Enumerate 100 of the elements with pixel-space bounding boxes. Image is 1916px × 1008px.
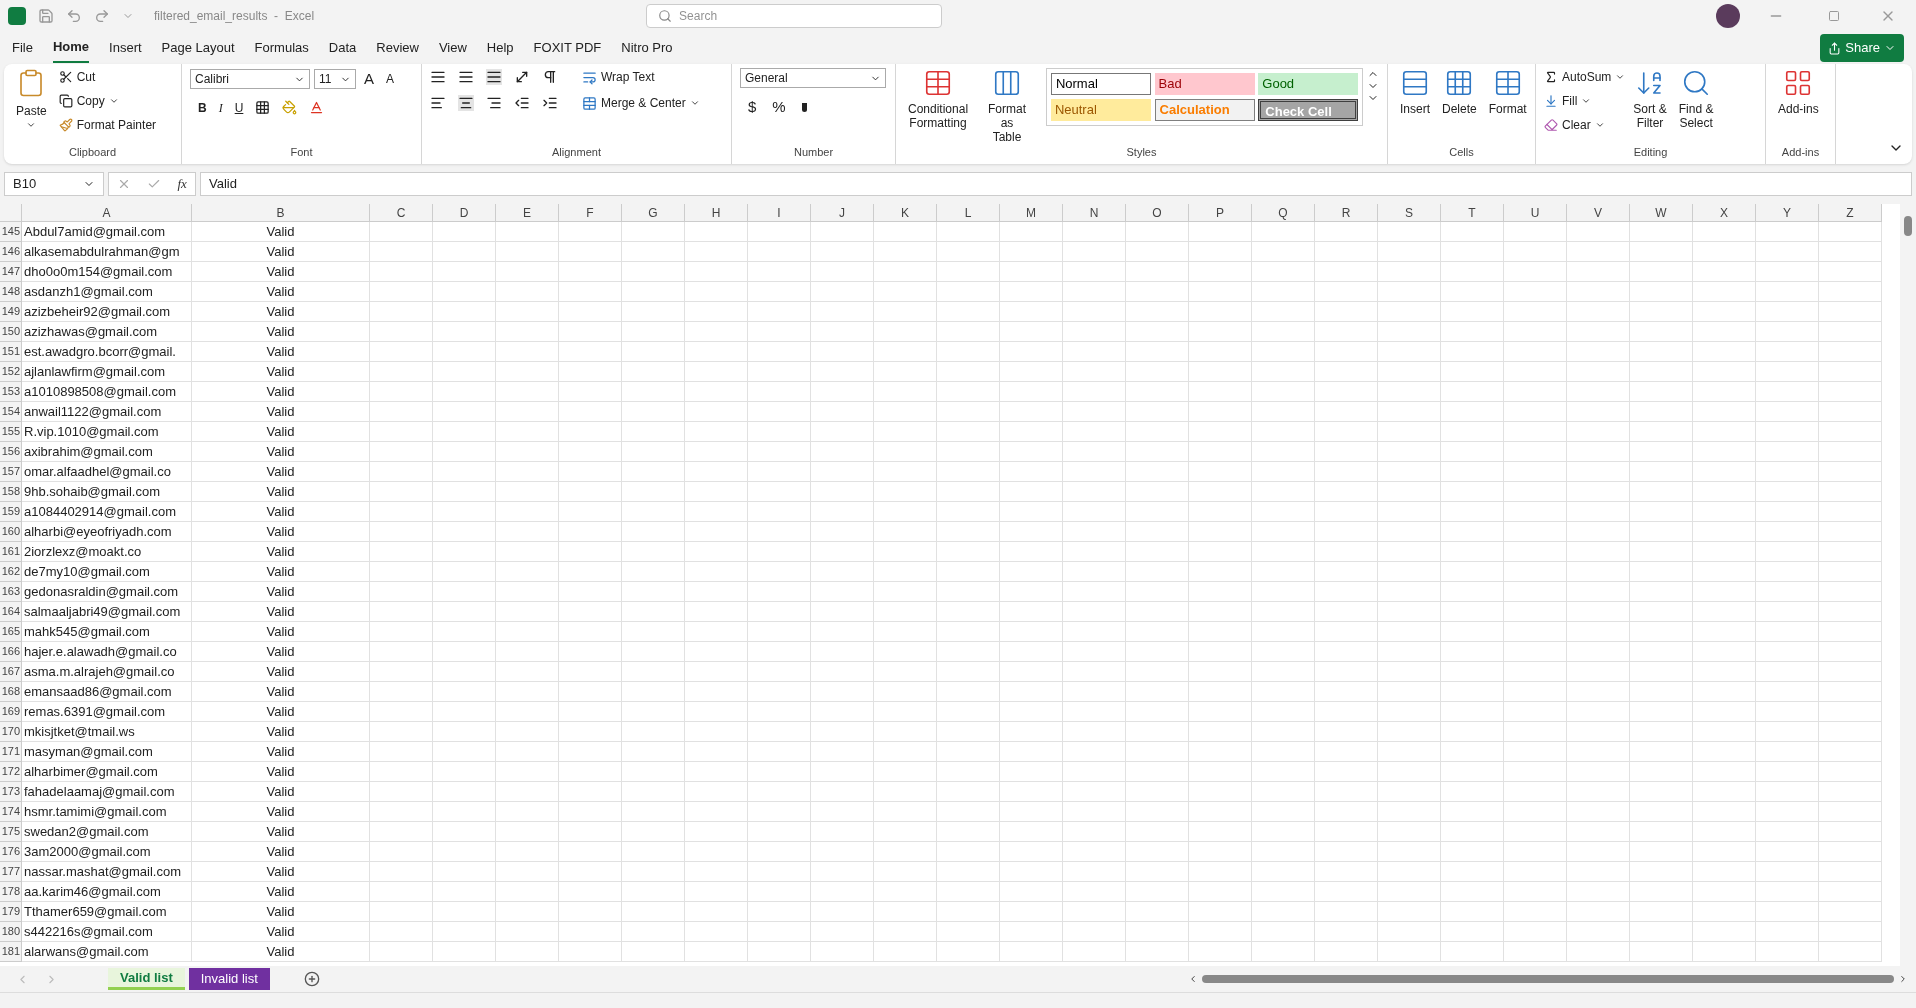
format-painter-button[interactable]: Format Painter [58, 116, 157, 134]
row-header[interactable]: 148 [0, 282, 22, 302]
column-header[interactable]: F [559, 204, 622, 221]
row-header[interactable]: 164 [0, 602, 22, 622]
row-header[interactable]: 145 [0, 222, 22, 242]
autosum-button[interactable]: AutoSum [1544, 68, 1626, 86]
decrease-font-button[interactable]: A [382, 70, 399, 89]
column-header[interactable]: U [1504, 204, 1567, 221]
column-header[interactable]: M [1000, 204, 1063, 221]
row-header[interactable]: 162 [0, 562, 22, 582]
align-bottom-icon[interactable] [486, 69, 502, 85]
menu-tab[interactable]: Home [52, 33, 90, 63]
row-header[interactable]: 172 [0, 762, 22, 782]
row-header[interactable]: 177 [0, 862, 22, 882]
share-button[interactable]: Share [1820, 34, 1904, 62]
avatar[interactable] [1716, 4, 1740, 28]
column-header[interactable]: K [874, 204, 937, 221]
column-header[interactable]: C [370, 204, 433, 221]
column-header[interactable]: J [811, 204, 874, 221]
row-header[interactable]: 150 [0, 322, 22, 342]
column-header[interactable]: H [685, 204, 748, 221]
insert-function-button[interactable]: fx [177, 174, 187, 194]
font-name-dropdown[interactable]: Calibri [190, 69, 310, 90]
column-header[interactable]: L [937, 204, 1000, 221]
column-header[interactable]: G [622, 204, 685, 221]
row-header[interactable]: 175 [0, 822, 22, 842]
delete-cells-button[interactable]: Delete [1438, 68, 1481, 116]
decrease-indent-icon[interactable] [514, 95, 530, 111]
text-direction-icon[interactable] [542, 69, 558, 85]
increase-font-button[interactable]: A [360, 68, 378, 91]
column-header[interactable]: O [1126, 204, 1189, 221]
scroll-left-icon[interactable] [1188, 974, 1198, 984]
sheet-tab[interactable]: Invalid list [188, 968, 270, 990]
row-header[interactable]: 168 [0, 682, 22, 702]
column-header[interactable]: N [1063, 204, 1126, 221]
row-header[interactable]: 147 [0, 262, 22, 282]
menu-tab[interactable]: FOXIT PDF [533, 34, 602, 62]
add-sheet-icon[interactable] [303, 971, 320, 987]
column-header[interactable]: V [1567, 204, 1630, 221]
column-header[interactable]: Y [1756, 204, 1819, 221]
paste-button[interactable]: Paste [12, 68, 51, 130]
row-header[interactable]: 152 [0, 362, 22, 382]
row-header[interactable]: 167 [0, 662, 22, 682]
row-header[interactable]: 178 [0, 882, 22, 902]
currency-button[interactable]: $ [748, 96, 757, 119]
bold-button[interactable]: B [198, 98, 207, 117]
cell-style[interactable]: Neutral [1050, 99, 1151, 121]
column-header[interactable]: W [1630, 204, 1693, 221]
menu-tab[interactable]: Help [486, 34, 514, 62]
row-header[interactable]: 156 [0, 442, 22, 462]
font-size-dropdown[interactable]: 11 [314, 69, 356, 90]
row-header[interactable]: 149 [0, 302, 22, 322]
format-cells-button[interactable]: Format [1484, 68, 1531, 116]
insert-cells-button[interactable]: Insert [1396, 68, 1434, 116]
row-header[interactable]: 151 [0, 342, 22, 362]
cell-style[interactable]: Good [1258, 73, 1359, 95]
redo-icon[interactable] [94, 8, 110, 24]
maximize-icon[interactable] [1828, 10, 1840, 22]
row-header[interactable]: 160 [0, 522, 22, 542]
percent-button[interactable]: % [772, 96, 786, 119]
column-header[interactable]: T [1441, 204, 1504, 221]
row-header[interactable]: 153 [0, 382, 22, 402]
cell-style[interactable]: Bad [1154, 73, 1255, 95]
italic-button[interactable]: I [218, 98, 223, 117]
wrap-text-button[interactable]: Wrap Text [582, 68, 655, 86]
menu-tab[interactable]: Data [328, 34, 357, 62]
menu-tab[interactable]: Nitro Pro [621, 34, 673, 62]
underline-button[interactable]: U [234, 98, 244, 117]
horizontal-scrollbar[interactable] [1188, 973, 1908, 985]
search-field[interactable]: Search [646, 4, 943, 28]
row-header[interactable]: 154 [0, 402, 22, 422]
column-header[interactable]: Z [1819, 204, 1882, 221]
row-header[interactable]: 173 [0, 782, 22, 802]
column-header[interactable]: P [1189, 204, 1252, 221]
row-header[interactable]: 158 [0, 482, 22, 502]
add-ins-button[interactable]: Add-ins [1774, 68, 1823, 116]
clear-button[interactable]: Clear [1544, 116, 1626, 134]
increase-indent-icon[interactable] [542, 95, 558, 111]
formula-field[interactable]: Valid [200, 172, 1912, 196]
menu-tab[interactable]: Formulas [254, 34, 309, 62]
name-box[interactable]: B10 [4, 172, 104, 196]
borders-icon[interactable] [255, 100, 271, 115]
font-color-icon[interactable] [309, 100, 325, 115]
row-header[interactable]: 165 [0, 622, 22, 642]
merge-center-button[interactable]: Merge & Center [582, 94, 700, 112]
menu-tab[interactable]: Review [376, 34, 419, 62]
column-header[interactable]: R [1315, 204, 1378, 221]
cut-button[interactable]: Cut [58, 68, 157, 86]
row-header[interactable]: 169 [0, 702, 22, 722]
column-header[interactable]: S [1378, 204, 1441, 221]
comma-style-icon[interactable] [801, 102, 807, 112]
cell-style[interactable]: Normal [1050, 73, 1151, 95]
scroll-right-icon[interactable] [1898, 974, 1908, 984]
column-header[interactable]: Q [1252, 204, 1315, 221]
menu-tab[interactable]: Insert [109, 34, 142, 62]
row-header[interactable]: 170 [0, 722, 22, 742]
menu-tab[interactable]: Page Layout [161, 34, 235, 62]
conditional-formatting-button[interactable]: Conditional Formatting [904, 68, 973, 130]
menu-tab[interactable]: File [12, 34, 33, 62]
row-header[interactable]: 179 [0, 902, 22, 922]
